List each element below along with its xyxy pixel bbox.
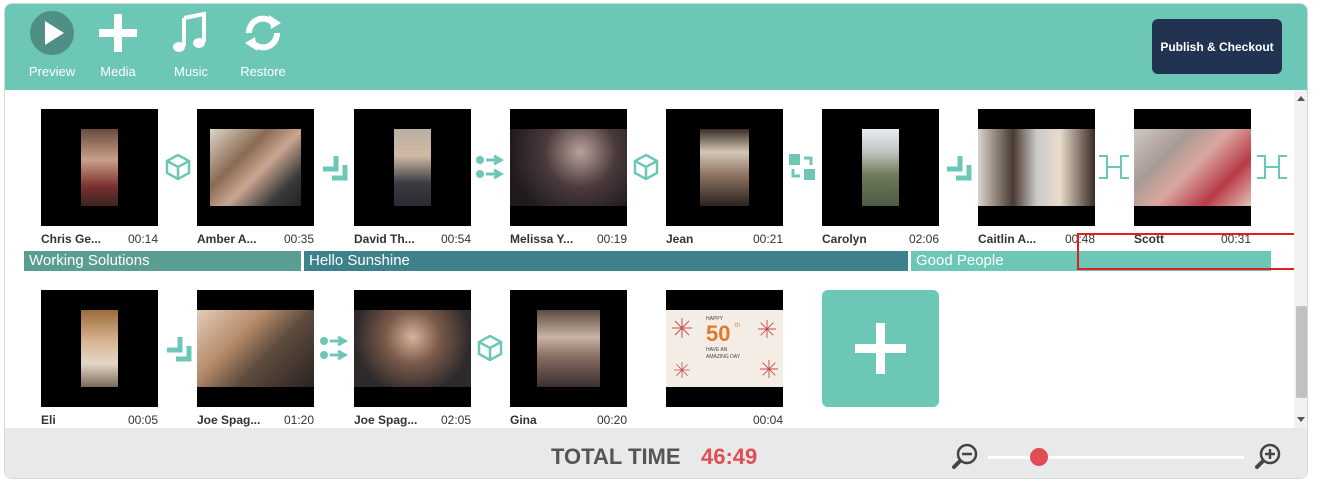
clip-tile[interactable]: Joe Spag... 02:05: [354, 290, 471, 428]
chapter-bar[interactable]: Hello Sunshine: [304, 251, 908, 271]
clip-duration: 02:06: [908, 232, 939, 246]
clip-duration: 02:05: [440, 413, 471, 427]
clip-tile[interactable]: Melissa Y... 00:19: [510, 109, 627, 259]
chapter-bar[interactable]: Working Solutions: [24, 251, 301, 271]
restore-label: Restore: [240, 64, 286, 79]
clip-thumbnail: HAPPY 50 th HAVE AN AMAZING DAY: [666, 290, 783, 407]
vertical-scrollbar[interactable]: [1294, 90, 1307, 428]
clip-name: Joe Spag...: [354, 413, 418, 427]
clip-duration: 00:20: [596, 413, 627, 427]
scrollbar-thumb[interactable]: [1296, 306, 1307, 398]
clip-name: Amber A...: [197, 232, 257, 246]
media-button[interactable]: Media: [88, 10, 148, 80]
slide-transition-icon[interactable]: [163, 333, 193, 363]
swap-transition-icon[interactable]: [787, 152, 817, 182]
clip-duration: 00:21: [752, 232, 783, 246]
video-editor-window: Preview Media Music Restore Publish & Ch…: [4, 3, 1308, 479]
cube-transition-icon[interactable]: [163, 152, 193, 182]
clip-thumbnail: [41, 290, 158, 407]
clip-thumbnail: [197, 109, 314, 226]
zoom-slider-handle[interactable]: [1030, 448, 1049, 466]
scroll-down-icon[interactable]: [1297, 417, 1305, 422]
scroll-up-icon[interactable]: [1297, 96, 1305, 101]
slide-transition-icon[interactable]: [319, 152, 349, 182]
trim-handle-icon[interactable]: [1097, 154, 1131, 180]
clip-duration: 01:20: [283, 413, 314, 427]
clip-tile[interactable]: Gina 00:20: [510, 290, 627, 428]
restore-button[interactable]: Restore: [233, 10, 293, 80]
clip-duration: 00:05: [127, 413, 158, 427]
birthday-card-graphic: HAPPY 50 th HAVE AN AMAZING DAY: [666, 310, 783, 387]
firework-icon: [674, 362, 690, 378]
clip-thumbnail: [822, 109, 939, 226]
add-clip-button[interactable]: [822, 290, 939, 407]
clip-name: Caitlin A...: [978, 232, 1037, 246]
publish-checkout-button[interactable]: Publish & Checkout: [1152, 19, 1282, 74]
slide-transition-icon[interactable]: [943, 152, 973, 182]
refresh-icon: [245, 15, 281, 51]
media-label: Media: [100, 64, 136, 79]
clip-name: Chris Ge...: [41, 232, 102, 246]
clip-duration: 00:19: [596, 232, 627, 246]
clip-thumbnail: [1134, 109, 1251, 226]
dots-arrows-transition-icon[interactable]: [319, 333, 349, 363]
clip-tile[interactable]: David Th... 00:54: [354, 109, 471, 259]
trim-handle-icon[interactable]: [1255, 154, 1289, 180]
clip-duration: 00:14: [127, 232, 158, 246]
clip-tile[interactable]: Amber A... 00:35: [197, 109, 314, 259]
toolbar: Preview Media Music Restore Publish & Ch…: [5, 4, 1307, 90]
cube-transition-icon[interactable]: [631, 152, 661, 182]
dots-arrows-transition-icon[interactable]: [475, 152, 505, 182]
clip-tile[interactable]: HAPPY 50 th HAVE AN AMAZING DAY 00:04: [666, 290, 783, 428]
plus-icon: [99, 14, 137, 52]
zoom-slider-track[interactable]: [988, 456, 1244, 459]
clip-tile[interactable]: Eli 00:05: [41, 290, 158, 428]
zoom-out-icon[interactable]: [951, 442, 979, 470]
clip-name: David Th...: [354, 232, 415, 246]
firework-icon: [672, 318, 692, 338]
music-note-icon: [173, 11, 206, 52]
clip-duration: 00:04: [752, 413, 783, 427]
firework-icon: [758, 320, 776, 338]
clip-thumbnail: [354, 290, 471, 407]
cube-transition-icon[interactable]: [475, 333, 505, 363]
clip-duration: 00:35: [283, 232, 314, 246]
clip-name: Jean: [666, 232, 694, 246]
clip-tile[interactable]: Joe Spag... 01:20: [197, 290, 314, 428]
clip-thumbnail: [354, 109, 471, 226]
preview-label: Preview: [28, 64, 76, 79]
clip-thumbnail: [978, 109, 1095, 226]
timeline: Chris Ge... 00:14 Amber A... 00:35 David…: [5, 90, 1295, 428]
clip-thumbnail: [197, 290, 314, 407]
total-time-value: 46:49: [701, 444, 758, 469]
play-icon: [30, 11, 74, 55]
clip-name: Gina: [510, 413, 537, 427]
clip-thumbnail: [510, 290, 627, 407]
clip-name: Eli: [41, 413, 56, 427]
clip-thumbnail: [666, 109, 783, 226]
clip-name: Melissa Y...: [510, 232, 574, 246]
clip-duration: 00:54: [440, 232, 471, 246]
clip-name: Joe Spag...: [197, 413, 261, 427]
music-button[interactable]: Music: [161, 10, 221, 80]
clip-thumbnail: [510, 109, 627, 226]
clip-tile[interactable]: Jean 00:21: [666, 109, 783, 259]
preview-button[interactable]: Preview: [22, 10, 82, 80]
selection-highlight: [1077, 233, 1295, 270]
music-label: Music: [174, 64, 208, 79]
firework-icon: [760, 360, 778, 378]
plus-icon: [855, 323, 906, 374]
total-time-label: TOTAL TIME: [551, 444, 681, 469]
clip-name: Carolyn: [822, 232, 867, 246]
zoom-in-icon[interactable]: [1254, 442, 1282, 470]
footer-bar: TOTAL TIME 46:49: [5, 428, 1307, 478]
clip-thumbnail: [41, 109, 158, 226]
clip-tile[interactable]: Carolyn 02:06: [822, 109, 939, 259]
clip-tile[interactable]: Chris Ge... 00:14: [41, 109, 158, 259]
